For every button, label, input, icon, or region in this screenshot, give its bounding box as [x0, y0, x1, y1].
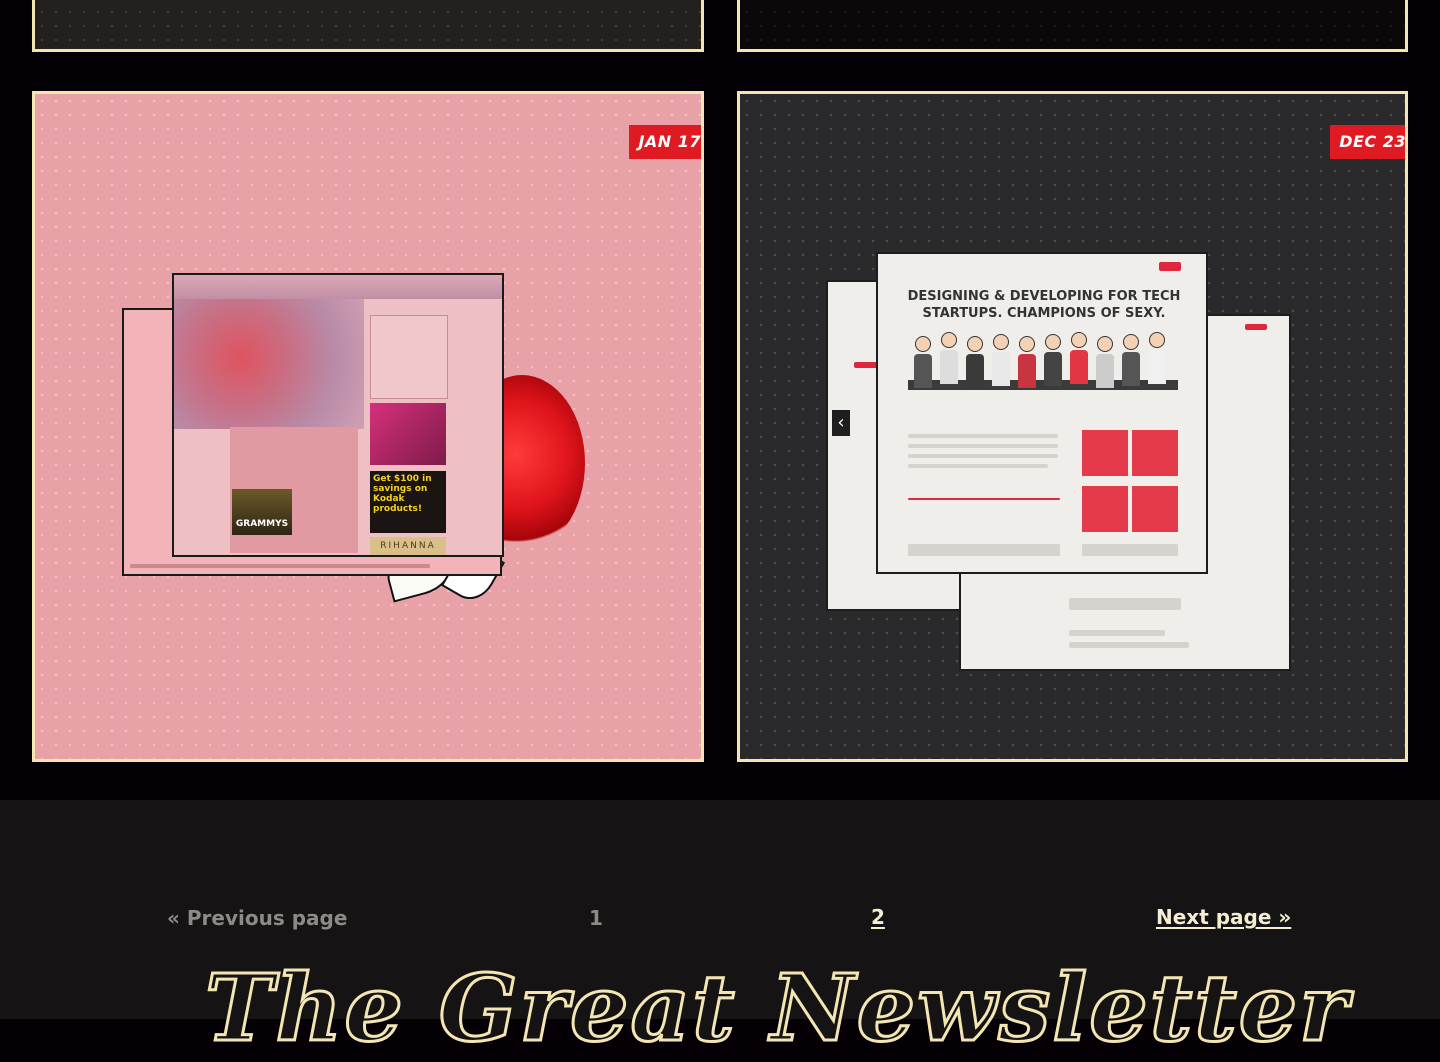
next-page-link[interactable]: Next page » [1156, 905, 1291, 929]
post-card-dec-23[interactable]: ‹ DESIGNING & DEVELOPING FOR TECH STARTU… [737, 91, 1408, 762]
previous-page-link[interactable]: « Previous page [167, 906, 347, 930]
post-card-jan-17[interactable]: Get $100 in savings on Kodak products! R… [32, 91, 704, 762]
preview-rihanna-text: RIHANNA [380, 541, 436, 551]
post-card-top-right[interactable] [737, 0, 1408, 52]
masthead-title: The Great Newsletter [204, 954, 1350, 1062]
post-preview-image: ‹ DESIGNING & DEVELOPING FOR TECH STARTU… [740, 94, 1405, 759]
post-preview-image: Get $100 in savings on Kodak products! R… [35, 94, 675, 674]
preview-kodak-text: Get $100 in savings on Kodak products! [373, 474, 432, 514]
page-1-link[interactable]: 1 [589, 906, 603, 930]
post-card-top-left[interactable] [32, 0, 704, 52]
preview-front-page: DESIGNING & DEVELOPING FOR TECH STARTUPS… [876, 252, 1208, 574]
preview-front-page: Get $100 in savings on Kodak products! R… [172, 273, 504, 557]
post-date-badge: JAN 17 [629, 125, 701, 159]
preview-grammys-text: GRAMMYS [235, 519, 289, 529]
post-date-badge: DEC 23 [1330, 125, 1405, 159]
page-2-current[interactable]: 2 [871, 905, 885, 929]
preview-headline: DESIGNING & DEVELOPING FOR TECH STARTUPS… [907, 289, 1181, 321]
